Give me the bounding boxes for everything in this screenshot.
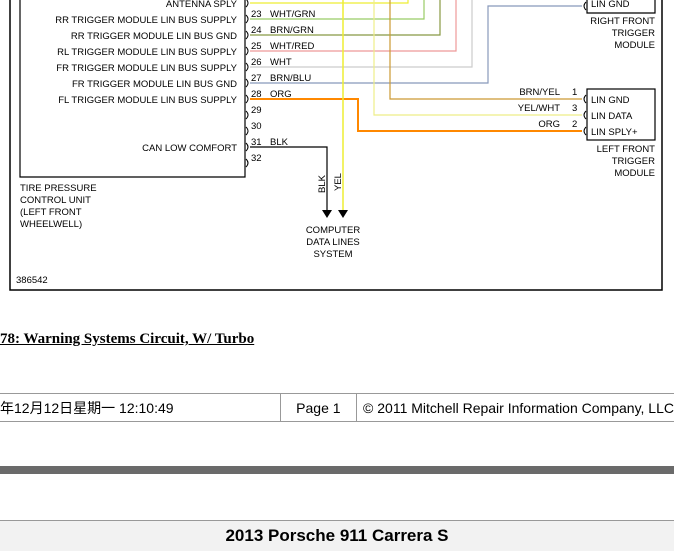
- tpms-label-rl-supply: RL TRIGGER MODULE LIN BUS SUPPLY: [57, 47, 238, 58]
- left-front-wire-yel-wht: YEL/WHT: [518, 103, 560, 114]
- figure-id: 386542: [16, 275, 48, 286]
- pin-31: 31: [251, 137, 262, 148]
- arrow-yel: [338, 210, 348, 218]
- tpms-connector-brackets: [245, 0, 249, 168]
- page-footer: 年12月12日星期一 12:10:49 Page 1 © 2011 Mitche…: [0, 393, 674, 422]
- left-front-pin-2: 2: [572, 119, 577, 130]
- tpms-label-fl-supply: FL TRIGGER MODULE LIN BUS SUPPLY: [58, 95, 237, 106]
- wire-label-blk: BLK: [270, 137, 289, 148]
- footer-page: Page 1: [279, 394, 358, 421]
- pin-28: 28: [251, 89, 262, 100]
- left-front-name-line3: MODULE: [614, 168, 655, 179]
- computer-line3: SYSTEM: [313, 249, 352, 260]
- pin-29: 29: [251, 105, 262, 116]
- pin-26: 26: [251, 57, 262, 68]
- wire-label-wht: WHT: [270, 57, 292, 68]
- left-front-pin-3: 3: [572, 103, 577, 114]
- right-front-connector: [583, 1, 587, 11]
- wire-label-brn-grn: BRN/GRN: [270, 25, 314, 36]
- wire-label-org: ORG: [270, 89, 292, 100]
- left-front-pin-1: 1: [572, 87, 577, 98]
- left-front-pin-lin-data: LIN DATA: [591, 111, 633, 122]
- computer-line2: DATA LINES: [306, 237, 360, 248]
- footer-date: 年12月12日星期一 12:10:49: [0, 399, 174, 416]
- right-front-name-line2: TRIGGER: [612, 28, 655, 39]
- wire-brn-yel: [389, 0, 582, 100]
- vehicle-title: 2013 Porsche 911 Carrera S: [0, 520, 674, 551]
- left-front-connectors: [583, 94, 587, 136]
- wire-top-yellow: [250, 0, 409, 4]
- can-low-comfort-label: CAN LOW COMFORT: [142, 143, 237, 154]
- wire-label-wht-grn: WHT/GRN: [270, 9, 316, 20]
- pin-25: 25: [251, 41, 262, 52]
- vertical-label-blk: BLK: [317, 174, 328, 193]
- tpms-name-line1: TIRE PRESSURE: [20, 183, 97, 194]
- tpms-label-fr-gnd: FR TRIGGER MODULE LIN BUS GND: [72, 79, 237, 90]
- pin-32: 32: [251, 153, 262, 164]
- tpms-label-antenna: ANTENNA SPLY: [166, 0, 238, 10]
- right-front-name-line3: MODULE: [614, 40, 655, 51]
- pin-23: 23: [251, 9, 262, 20]
- tpms-name-line3: (LEFT FRONT: [20, 207, 82, 218]
- right-front-pin-label: LIN GND: [591, 0, 630, 10]
- right-front-name-line1: RIGHT FRONT: [590, 16, 655, 27]
- wire-label-brn-blu: BRN/BLU: [270, 73, 311, 84]
- tpms-name-line4: WHEELWELL): [20, 219, 82, 230]
- left-front-wire-brn-yel: BRN/YEL: [519, 87, 560, 98]
- wiring-diagram: ANTENNA SPLY RR TRIGGER MODULE LIN BUS S…: [9, 0, 663, 291]
- computer-line1: COMPUTER: [306, 225, 361, 236]
- left-front-pin-lin-sply: LIN SPLY+: [591, 127, 638, 138]
- pin-30: 30: [251, 121, 262, 132]
- tpms-label-fr-supply: FR TRIGGER MODULE LIN BUS SUPPLY: [56, 63, 237, 74]
- figure-caption[interactable]: 78: Warning Systems Circuit, W/ Turbo: [0, 331, 254, 348]
- pin-24: 24: [251, 25, 262, 36]
- left-front-name-line2: TRIGGER: [612, 156, 655, 167]
- vertical-label-yel: YEL: [333, 173, 344, 191]
- left-front-pin-lin-gnd: LIN GND: [591, 95, 630, 106]
- footer-copyright: © 2011 Mitchell Repair Information Compa…: [363, 399, 674, 416]
- arrow-blk: [322, 210, 332, 218]
- pin-27: 27: [251, 73, 262, 84]
- tpms-name-line2: CONTROL UNIT: [20, 195, 91, 206]
- left-front-wire-org: ORG: [538, 119, 560, 130]
- tpms-label-rr-gnd: RR TRIGGER MODULE LIN BUS GND: [71, 31, 237, 42]
- page-separator: [0, 466, 674, 474]
- tpms-label-rr-supply: RR TRIGGER MODULE LIN BUS SUPPLY: [55, 15, 237, 26]
- left-front-name-line1: LEFT FRONT: [597, 144, 656, 155]
- wire-label-wht-red: WHT/RED: [270, 41, 314, 52]
